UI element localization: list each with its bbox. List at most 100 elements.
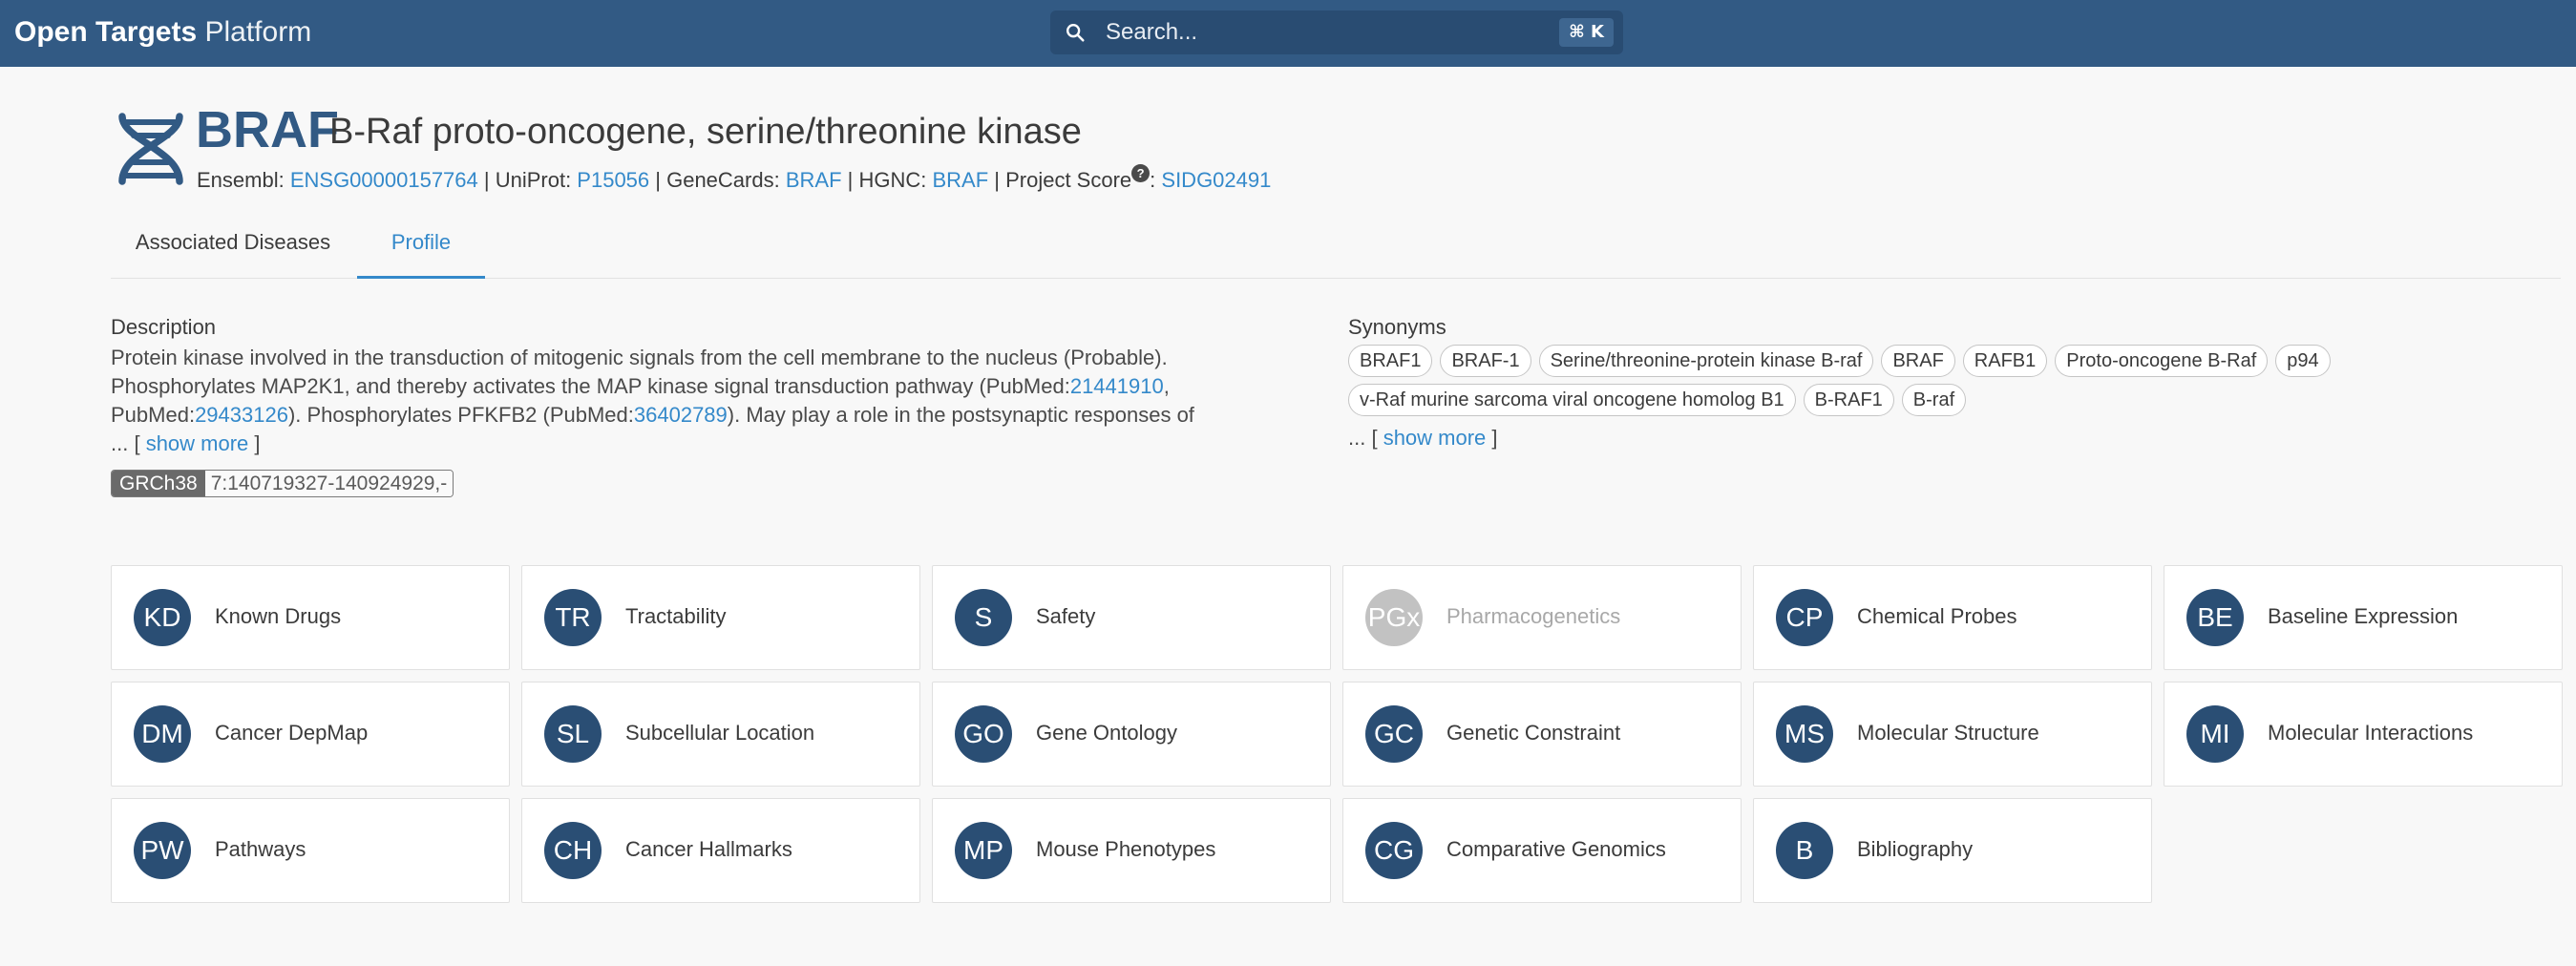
synonym-chip: BRAF (1881, 345, 1955, 377)
widget-label: Chemical Probes (1857, 604, 2017, 628)
widget-badge: GC (1365, 705, 1423, 763)
tab-profile[interactable]: Profile (357, 212, 485, 279)
genomic-coordinates: 7:140719327-140924929,- (204, 471, 454, 496)
widget-label: Genetic Constraint (1446, 721, 1621, 745)
target-symbol: BRAF (196, 101, 339, 158)
show-more-suffix: ] (1486, 426, 1498, 450)
synonym-chip: BRAF1 (1348, 345, 1433, 377)
widget-label: Cancer Hallmarks (625, 837, 792, 861)
assembly-label: GRCh38 (112, 471, 205, 496)
search-bar[interactable]: ⌘ K (1050, 10, 1623, 54)
brand-logo[interactable]: Open Targets Platform (14, 15, 311, 50)
widget-label: Molecular Interactions (2268, 721, 2474, 745)
hgnc-link[interactable]: BRAF (932, 168, 988, 192)
cross-references: Ensembl: ENSG00000157764 | UniProt: P150… (197, 164, 1271, 195)
card-known-drugs[interactable]: KD Known Drugs (111, 565, 510, 670)
section-cards-grid: KD Known Drugs TR Tractability S Safety PGx… (111, 565, 2563, 903)
widget-badge: DM (134, 705, 191, 763)
hgnc-label: | HGNC: (841, 168, 933, 192)
card-chemical-probes[interactable]: CP Chemical Probes (1753, 565, 2152, 670)
show-more-suffix: ] (248, 431, 261, 455)
widget-label: Known Drugs (215, 604, 342, 628)
genomic-location-badge: GRCh38 7:140719327-140924929,- (111, 470, 454, 497)
widget-badge: MP (955, 822, 1012, 879)
card-comparative-genomics[interactable]: CG Comparative Genomics (1342, 798, 1742, 903)
card-cancer-depmap[interactable]: DM Cancer DepMap (111, 682, 510, 787)
description-part1: Protein kinase involved in the transduct… (111, 346, 1168, 398)
top-nav-bar: Open Targets Platform ⌘ K (0, 0, 2576, 67)
description-text: Protein kinase involved in the transduct… (111, 344, 1285, 430)
search-input[interactable] (1106, 10, 1545, 54)
widget-label: Baseline Expression (2268, 604, 2459, 628)
card-tractability[interactable]: TR Tractability (521, 565, 920, 670)
target-name: B-Raf proto-oncogene, serine/threonine k… (329, 112, 1082, 152)
widget-badge: TR (544, 589, 602, 646)
widget-badge: CP (1776, 589, 1833, 646)
widget-badge: SL (544, 705, 602, 763)
show-more-link[interactable]: show more (146, 431, 249, 455)
tab-associated-diseases[interactable]: Associated Diseases (111, 212, 355, 279)
search-shortcut-badge: ⌘ K (1559, 18, 1614, 47)
uniprot-link[interactable]: P15056 (577, 168, 649, 192)
widget-badge: PW (134, 822, 191, 879)
description-show-more: ... [ show more ] (111, 430, 261, 458)
show-more-prefix: ... [ (1348, 426, 1383, 450)
card-gene-ontology[interactable]: GO Gene Ontology (932, 682, 1331, 787)
synonym-chip-list: BRAF1 BRAF-1 Serine/threonine-protein ki… (1348, 345, 2446, 416)
show-more-link[interactable]: show more (1383, 426, 1487, 450)
search-icon (1066, 24, 1085, 42)
widget-badge: S (955, 589, 1012, 646)
synonym-chip: v-Raf murine sarcoma viral oncogene homo… (1348, 384, 1796, 416)
widget-badge: MI (2186, 705, 2244, 763)
uniprot-label: | UniProt: (477, 168, 578, 192)
card-cancer-hallmarks[interactable]: CH Cancer Hallmarks (521, 798, 920, 903)
synonym-chip: p94 (2275, 345, 2331, 377)
projectscore-link[interactable]: SIDG02491 (1161, 168, 1271, 192)
widget-badge: MS (1776, 705, 1833, 763)
widget-label: Molecular Structure (1857, 721, 2039, 745)
ensembl-link[interactable]: ENSG00000157764 (290, 168, 478, 192)
card-pharmacogenetics: PGx Pharmacogenetics (1342, 565, 1742, 670)
pubmed-link-1[interactable]: 21441910 (1070, 374, 1164, 398)
widget-badge: KD (134, 589, 191, 646)
widget-label: Safety (1036, 604, 1096, 628)
card-mouse-phenotypes[interactable]: MP Mouse Phenotypes (932, 798, 1331, 903)
widget-label: Pathways (215, 837, 306, 861)
widget-label: Tractability (625, 604, 727, 628)
widget-label: Cancer DepMap (215, 721, 369, 745)
projectscore-colon: : (1150, 168, 1162, 192)
card-genetic-constraint[interactable]: GC Genetic Constraint (1342, 682, 1742, 787)
card-molecular-structure[interactable]: MS Molecular Structure (1753, 682, 2152, 787)
widget-label: Mouse Phenotypes (1036, 837, 1216, 861)
help-icon[interactable]: ? (1131, 164, 1151, 182)
card-baseline-expression[interactable]: BE Baseline Expression (2164, 565, 2563, 670)
widget-label: Comparative Genomics (1446, 837, 1666, 861)
genecards-label: | GeneCards: (649, 168, 786, 192)
card-safety[interactable]: S Safety (932, 565, 1331, 670)
synonyms-show-more: ... [ show more ] (1348, 424, 1498, 452)
brand-name-bold: Open Targets (14, 16, 198, 48)
widget-badge: CG (1365, 822, 1423, 879)
brand-name-light: Platform (197, 16, 312, 48)
synonym-chip: BRAF-1 (1440, 345, 1531, 377)
synonym-chip: B-raf (1901, 384, 1967, 416)
tab-bar: Associated Diseases Profile (111, 212, 2561, 279)
card-pathways[interactable]: PW Pathways (111, 798, 510, 903)
widget-label: Bibliography (1857, 837, 1974, 861)
pubmed-link-3[interactable]: 36402789 (634, 403, 728, 427)
synonym-chip: Serine/threonine-protein kinase B-raf (1538, 345, 1874, 377)
projectscore-label: | Project Score (988, 168, 1132, 192)
widget-badge: GO (955, 705, 1012, 763)
description-title: Description (111, 315, 217, 339)
ensembl-label: Ensembl: (197, 168, 290, 192)
card-subcellular-location[interactable]: SL Subcellular Location (521, 682, 920, 787)
pubmed-link-2[interactable]: 29433126 (195, 403, 288, 427)
synonym-chip: RAFB1 (1962, 345, 2048, 377)
card-molecular-interactions[interactable]: MI Molecular Interactions (2164, 682, 2563, 787)
widget-label: Subcellular Location (625, 721, 815, 745)
description-part3: ). Phosphorylates PFKFB2 (PubMed: (287, 403, 634, 427)
show-more-prefix: ... [ (111, 431, 146, 455)
genecards-link[interactable]: BRAF (786, 168, 842, 192)
card-bibliography[interactable]: B Bibliography (1753, 798, 2152, 903)
widget-label: Pharmacogenetics (1446, 604, 1621, 628)
